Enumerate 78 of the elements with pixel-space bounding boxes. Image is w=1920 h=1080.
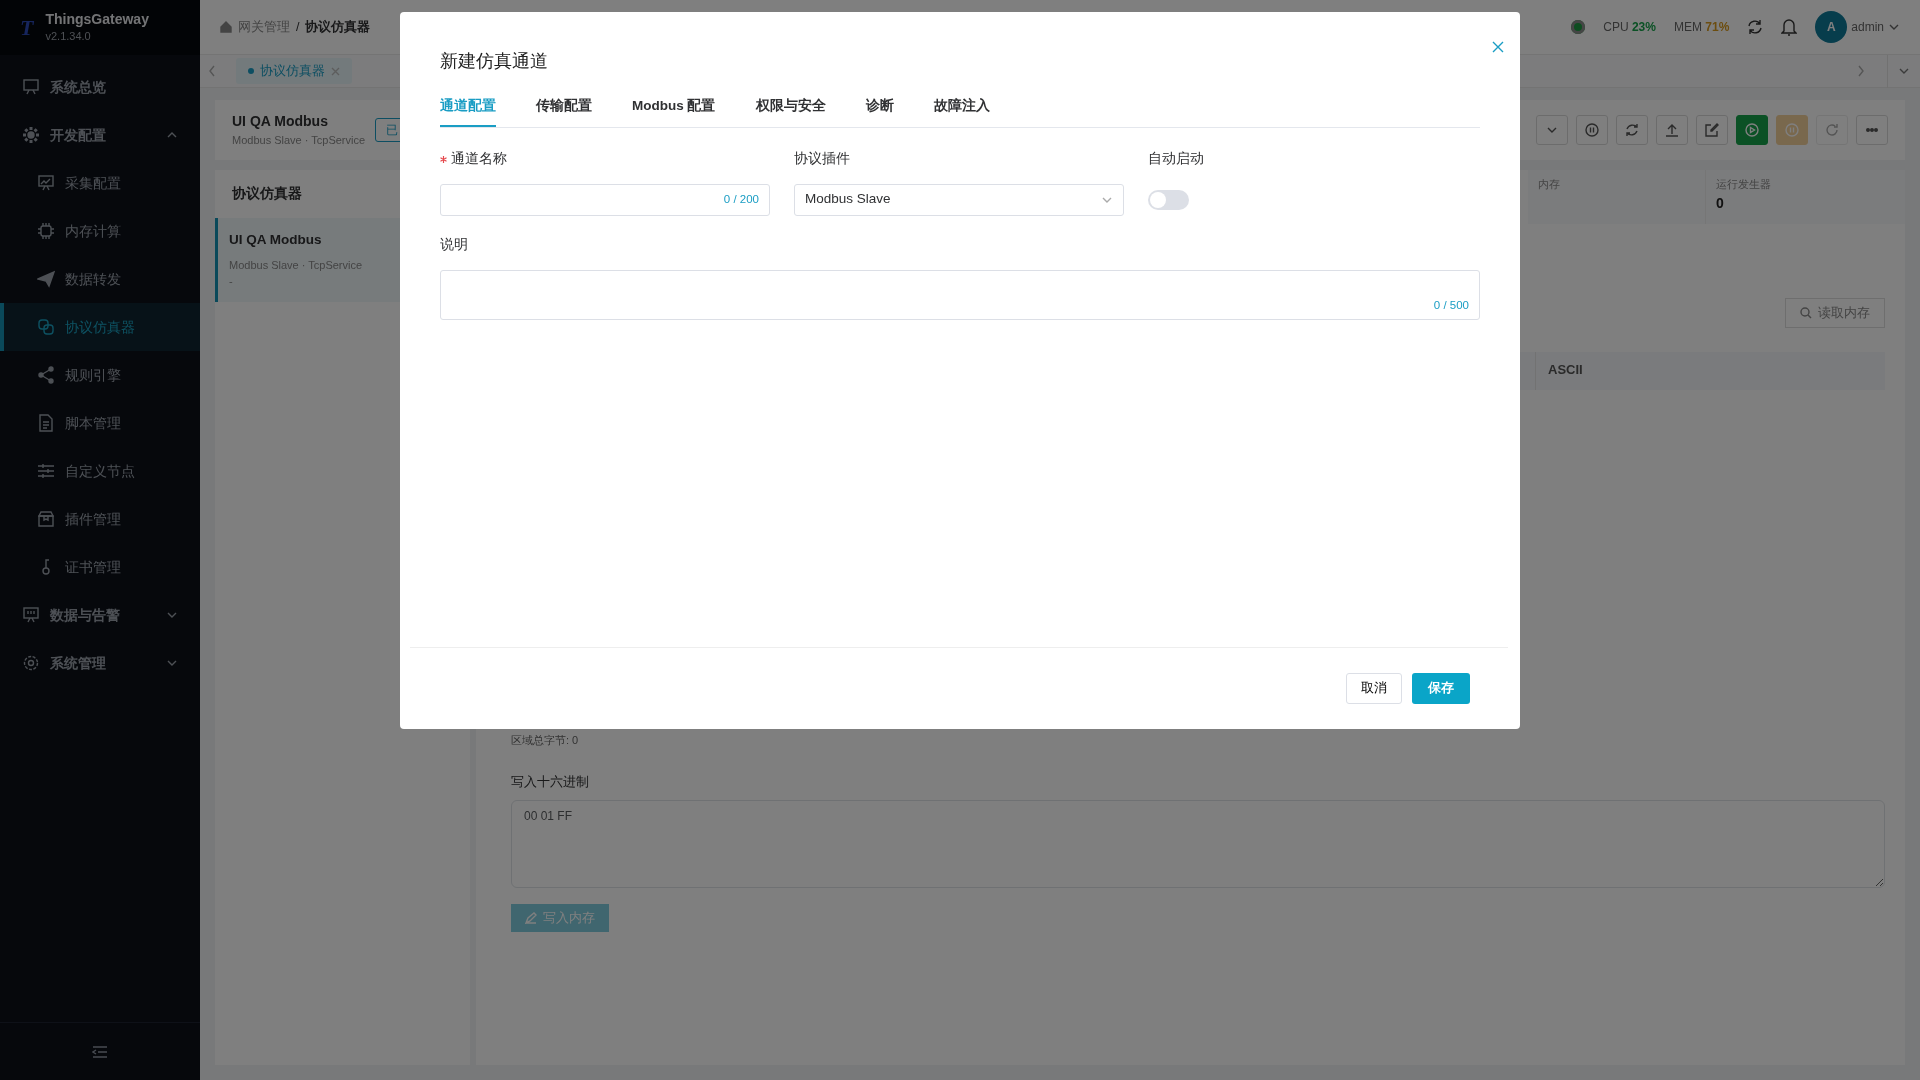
dialog-tab[interactable]: 故障注入 [933, 92, 990, 127]
refresh-icon [1625, 123, 1639, 137]
toolbar-button[interactable] [1736, 115, 1768, 145]
save-button[interactable]: 保存 [1412, 673, 1470, 704]
refresh-icon[interactable] [1747, 19, 1764, 35]
box-icon [37, 510, 55, 528]
gear-icon [22, 126, 40, 144]
sidebar-item[interactable]: 开发配置 [0, 111, 200, 159]
chart-icon [37, 174, 55, 192]
search-icon [1800, 306, 1812, 319]
app-name: ThingsGateway [45, 10, 149, 28]
sidebar-item[interactable]: 采集配置 [0, 159, 200, 207]
field-label: 协议插件 [794, 150, 850, 169]
play-icon [1745, 123, 1759, 137]
sidebar-item[interactable]: 内存计算 [0, 207, 200, 255]
app-version: v2.1.34.0 [45, 28, 92, 44]
page-tab[interactable]: 协议仿真器 [236, 57, 352, 85]
sidebar-item[interactable]: 证书管理 [0, 543, 200, 591]
sidebar-item[interactable]: 数据转发 [0, 255, 200, 303]
sidebar-item[interactable]: 自定义节点 [0, 447, 200, 495]
channel-subtitle: Modbus Slave · TcpService [232, 133, 366, 149]
channel-title: UI QA Modbus [232, 112, 329, 132]
total-bytes-text: 区域总字节: 0 [511, 732, 580, 748]
cancel-button[interactable]: 取消 [1346, 673, 1402, 704]
breadcrumb-item: 协议仿真器 [305, 18, 371, 36]
gear-icon [22, 654, 40, 672]
hex-input[interactable]: 00 01 FF [511, 799, 1885, 888]
paper-plane-icon [37, 270, 55, 288]
sidebar-item[interactable]: 规则引擎 [0, 351, 200, 399]
sidebar-item[interactable]: 系统管理 [0, 639, 200, 687]
dialog-tab[interactable]: 通道配置 [440, 92, 496, 127]
plugin-select[interactable]: Modbus Slave [794, 183, 1124, 216]
toggle-switch[interactable] [1148, 189, 1189, 210]
avatar[interactable]: A [1815, 11, 1848, 43]
column-header: ASCII [1535, 351, 1885, 390]
dialog-title: 新建仿真通道 [440, 50, 549, 73]
memory-usage: MEM 71% [1673, 19, 1730, 36]
dialog-tab[interactable]: 传输配置 [536, 92, 592, 127]
sidebar-item[interactable]: 插件管理 [0, 495, 200, 543]
dialog-tab[interactable]: Modbus 配置 [632, 92, 716, 127]
breadcrumb-separator: / [296, 18, 300, 36]
sidebar-item[interactable]: 脚本管理 [0, 399, 200, 447]
field-label: 说明 [440, 236, 468, 255]
description-field[interactable]: 0 / 500 [440, 269, 1480, 320]
monitor-icon [22, 78, 40, 96]
dialog-tab[interactable]: 权限与安全 [755, 92, 826, 127]
name-field[interactable]: 0 / 200 [440, 183, 770, 216]
edit-icon [1705, 123, 1719, 137]
sidebar-item[interactable]: 系统总览 [0, 63, 200, 111]
chevron-right-icon[interactable] [1857, 65, 1865, 77]
user-name[interactable]: admin [1851, 18, 1884, 36]
overlap-icon [37, 318, 55, 336]
document-icon [37, 414, 55, 432]
sidebar-item[interactable]: 协议仿真器 [0, 303, 200, 351]
stat-value: 0 [1716, 193, 1725, 213]
sidebar-item[interactable]: 数据与告警 [0, 591, 200, 639]
field-label: 写入十六进制 [511, 773, 590, 791]
char-counter: 0 / 200 [723, 191, 759, 207]
logo-icon: T [20, 14, 34, 41]
share-icon [37, 366, 55, 384]
status-dot [1571, 20, 1586, 34]
close-icon [1492, 40, 1504, 53]
field-label: 通道名称 [451, 150, 507, 169]
collapse-menu-icon[interactable] [92, 1044, 108, 1059]
pause-icon [1585, 123, 1599, 137]
sliders-icon [37, 462, 55, 480]
upload-icon [1665, 123, 1679, 137]
bell-icon[interactable] [1781, 18, 1798, 36]
char-counter: 0 / 500 [1433, 298, 1469, 314]
board-icon [22, 606, 40, 624]
panel-title: 协议仿真器 [231, 185, 303, 203]
chevron-left-icon[interactable] [208, 65, 216, 77]
close-icon[interactable] [331, 66, 340, 76]
cpu-usage: CPU 23% [1603, 19, 1656, 36]
dialog-tab[interactable]: 诊断 [865, 92, 894, 127]
chip-icon [37, 222, 55, 240]
home-icon [220, 21, 232, 33]
field-label: 自动启动 [1148, 150, 1204, 169]
